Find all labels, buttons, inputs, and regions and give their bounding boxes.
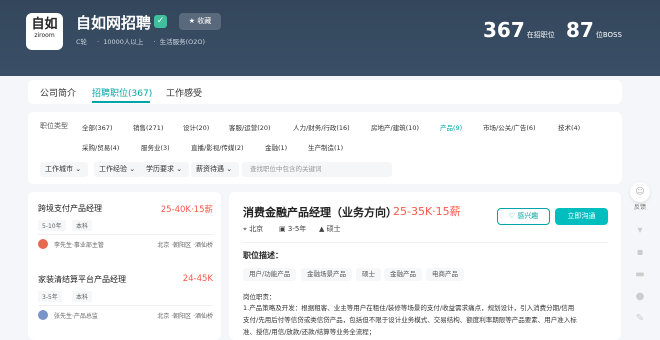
job-title: 跨境支付产品经理	[38, 204, 102, 213]
company-logo: 自如 ziroom	[26, 13, 63, 50]
chevron-down-icon: ⌄	[226, 165, 233, 173]
right-sidebar: ☺ 反馈 ▾ ▪ ▬ ● ✎	[627, 180, 653, 340]
location-pin-icon: ⌖	[243, 225, 247, 233]
job-salary: 24-45K	[182, 274, 213, 284]
keyword-search-input[interactable]: 查找职位中包含的关键词	[242, 162, 392, 177]
company-name: 自如网招聘	[76, 14, 152, 32]
message-icon[interactable]: ▬	[633, 268, 647, 282]
section-heading: 职位描述：	[243, 251, 283, 260]
filter-option[interactable]: 全部(367)	[82, 122, 112, 132]
filter-option[interactable]: 生产制造(1)	[308, 142, 343, 152]
job-detail: 消费金融产品经理（业务方向） 25-35K·15薪 ⌖ 北京 ▣ 3-5年 ▲ …	[229, 192, 621, 340]
job-salary: 25-40K·15薪	[160, 205, 213, 215]
filter-option[interactable]: 金融(1)	[265, 142, 287, 152]
job-location: 北京 ·朝阳区 ·酒仙桥	[157, 313, 213, 320]
job-title: 家装清结算平台产品经理	[38, 275, 126, 284]
filter-option[interactable]: 销售(271)	[133, 122, 163, 132]
boss-info: 张先生·产品总监	[54, 313, 98, 320]
star-icon: ★	[188, 17, 196, 25]
follow-button[interactable]: ★ 收藏	[179, 13, 221, 30]
job-card[interactable]: 跨境支付产品经理 25-40K·15薪 5-10年 本科 李先生·事业部主管 北…	[38, 203, 213, 265]
description-line: 支付/先用后付等信贷或类信贷产品，包括但不限于设计业务模式、交易结构、额度利率期…	[243, 316, 577, 324]
chat-icon[interactable]: ▪	[633, 246, 647, 260]
experience-dropdown[interactable]: 工作经验 ⌄	[94, 162, 142, 177]
tab-work-feedback[interactable]: 工作感受	[166, 86, 202, 99]
description-line: 准、授信/用信/放款/还款/结算等业务全流程；	[243, 328, 376, 336]
job-list: 跨境支付产品经理 25-40K·15薪 5-10年 本科 李先生·事业部主管 北…	[28, 192, 221, 340]
feedback-label: 反馈	[633, 204, 646, 211]
avatar	[38, 310, 48, 320]
divider	[243, 242, 607, 243]
filter-option[interactable]: 直播/影视/传媒(2)	[191, 142, 244, 152]
interest-button[interactable]: ♡ 感兴趣	[497, 208, 550, 225]
filter-option[interactable]: 人力/财务/行政(16)	[293, 122, 350, 132]
job-filters: 职位类型 全部(367) 销售(271) 设计(20) 客服/运营(20) 人力…	[28, 112, 622, 184]
feedback-button[interactable]: ☺	[630, 182, 650, 202]
job-tag: 本科	[72, 291, 93, 302]
job-tag: 本科	[72, 220, 93, 231]
skill-tag: 电商产品	[426, 268, 464, 281]
detail-title: 消费金融产品经理（业务方向）	[243, 206, 397, 219]
detail-salary: 25-35K·15薪	[393, 205, 461, 218]
tab-bar: 公司简介 招聘职位(367) 工作感受	[28, 80, 622, 104]
chevron-down-icon: ⌄	[176, 165, 183, 173]
edit-icon[interactable]: ✎	[633, 312, 647, 326]
detail-location: ⌖ 北京	[243, 225, 264, 233]
tab-company-intro[interactable]: 公司简介	[40, 86, 76, 99]
chevron-down-icon: ⌄	[129, 165, 136, 173]
divider	[38, 234, 213, 235]
filter-option[interactable]: 采购/贸易(4)	[82, 142, 119, 152]
filter-option[interactable]: 房地产/建筑(10)	[371, 122, 419, 132]
detail-education: ▲ 硕士	[319, 225, 341, 233]
avatar	[38, 239, 48, 249]
filter-option[interactable]: 设计(20)	[183, 122, 209, 132]
company-header: 自如 ziroom 自如网招聘 ✓ ★ 收藏 C轮 · 10000人以上 · 生活服…	[0, 0, 660, 76]
job-location: 北京 ·朝阳区 ·酒仙桥	[157, 242, 213, 249]
scroll-down-icon[interactable]: ▾	[633, 224, 647, 238]
job-card[interactable]: 家装清结算平台产品经理 24-45K 3-5年 本科 张先生·产品总监 北京 ·…	[38, 274, 213, 336]
graduation-cap-icon: ▲	[319, 225, 325, 233]
boss-info: 李先生·事业部主管	[54, 242, 104, 249]
job-tag: 3-5年	[38, 291, 62, 302]
divider	[38, 305, 213, 306]
active-tab-indicator	[92, 101, 150, 103]
company-meta: C轮 · 10000人以上 · 生活服务(O2O)	[76, 38, 206, 46]
skill-tag: 用户/功能产品	[243, 268, 297, 281]
filter-option[interactable]: 客服/运营(20)	[229, 122, 271, 132]
user-icon[interactable]: ●	[633, 290, 647, 304]
stat-boss-count: 87 位BOSS	[566, 18, 622, 42]
description-line: 1.产品策略及开发：根据租客、业主等用户在租住/装修等场景的支付/收益需求痛点，…	[243, 304, 575, 312]
job-tag: 5-10年	[38, 220, 66, 231]
education-dropdown[interactable]: 学历要求 ⌄	[141, 162, 189, 177]
description-line: 岗位职责：	[243, 293, 276, 301]
heart-icon: ♡	[508, 212, 516, 220]
chat-now-button[interactable]: 立即沟通	[555, 208, 608, 225]
stat-open-jobs: 367 在招职位	[483, 18, 555, 42]
filter-option[interactable]: 服务业(3)	[141, 142, 170, 152]
filter-option[interactable]: 市场/公关/广告(6)	[483, 122, 536, 132]
filter-label: 职位类型	[40, 122, 68, 130]
detail-experience: ▣ 3-5年	[279, 225, 307, 233]
skill-tag: 金融场景产品	[301, 268, 352, 281]
skill-tag: 硕士	[356, 268, 381, 281]
filter-option[interactable]: 产品(9)	[440, 122, 462, 132]
salary-dropdown[interactable]: 薪资待遇 ⌄	[191, 162, 239, 177]
shield-check-icon: ✓	[154, 15, 167, 28]
filter-option[interactable]: 技术(4)	[558, 122, 580, 132]
tab-jobs[interactable]: 招聘职位(367)	[92, 86, 152, 99]
skill-tag: 金融产品	[384, 268, 422, 281]
briefcase-icon: ▣	[279, 225, 286, 233]
chevron-down-icon: ⌄	[75, 165, 82, 173]
feedback-icon: ☺	[635, 187, 645, 197]
city-dropdown[interactable]: 工作城市 ⌄	[40, 162, 88, 177]
